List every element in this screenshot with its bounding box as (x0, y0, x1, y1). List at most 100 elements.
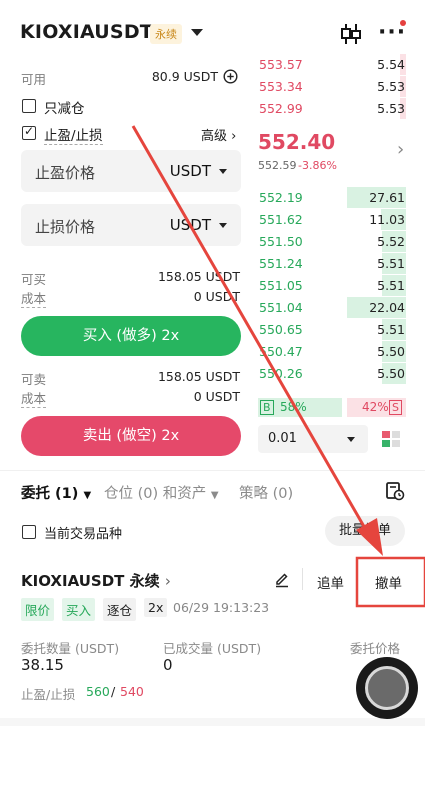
buy-long-button[interactable]: 买入 (做多) 2x (21, 316, 241, 356)
bid-row[interactable]: 551.50 5.52 (258, 231, 406, 252)
orderbook-layout-icon[interactable] (381, 430, 401, 448)
pair-title[interactable]: KIOXIAUSDT (20, 21, 153, 43)
filled-qty-label: 已成交量 (USDT) (163, 641, 262, 656)
reduce-only-checkbox[interactable] (22, 99, 36, 113)
order-price-label: 委托价格 (350, 641, 401, 656)
cost-buy-value: 0 USDT (193, 289, 240, 304)
ask-row[interactable]: 552.99 5.53 (258, 98, 406, 119)
tab-positions[interactable]: 仓位 (0) 和资产 ▼ (104, 482, 219, 503)
pair-dropdown-icon[interactable] (191, 29, 203, 36)
tpsl-checkbox[interactable] (22, 124, 36, 140)
more-icon[interactable]: ··· (378, 22, 406, 44)
ask-price: 552.99 (259, 101, 303, 116)
unit-dropdown-icon[interactable] (219, 223, 227, 228)
tab-strategies[interactable]: 策略 (0) (239, 482, 293, 503)
available-value: 80.9 USDT (151, 69, 218, 84)
bid-price: 551.50 (259, 234, 303, 249)
bid-row[interactable]: 551.05 5.51 (258, 275, 406, 296)
bid-row[interactable]: 550.47 5.50 (258, 341, 406, 362)
stop-loss-unit[interactable]: USDT (170, 216, 211, 234)
available-label: 可用 (21, 72, 47, 87)
stop-loss-input[interactable]: 止损价格 USDT (21, 204, 241, 246)
cancel-order-button[interactable]: 撤单 (375, 572, 402, 592)
can-buy-value: 158.05 USDT (157, 269, 240, 284)
order-symbol[interactable]: KIOXIAUSDT 永续 › (21, 570, 171, 591)
price-change: -3.86% (298, 159, 337, 172)
bid-qty: 5.51 (377, 278, 405, 293)
bid-price: 551.04 (259, 300, 303, 315)
bid-qty: 5.52 (377, 234, 405, 249)
current-symbol-checkbox[interactable] (22, 525, 36, 539)
bid-row[interactable]: 552.19 27.61 (258, 187, 406, 208)
filled-qty-value: 0 (163, 656, 173, 674)
order-qty-label: 委托数量 (USDT) (21, 641, 120, 656)
ask-row[interactable]: 553.57 5.54 (258, 54, 406, 75)
bid-qty: 22.04 (369, 300, 405, 315)
tab-positions-label: 仓位 (0) 和资产 (104, 486, 207, 502)
tpsl-label: 止盈/止损 (44, 124, 103, 145)
divider (0, 470, 425, 471)
bid-row[interactable]: 550.65 5.51 (258, 319, 406, 340)
precision-select[interactable]: 0.01 (258, 425, 368, 453)
leverage-tag: 2x (144, 598, 168, 617)
cost-label: 成本 (21, 388, 47, 408)
can-sell-value: 158.05 USDT (157, 369, 240, 384)
take-profit-unit[interactable]: USDT (170, 162, 211, 180)
bid-price: 550.65 (259, 322, 303, 337)
bid-price: 551.24 (259, 256, 303, 271)
ask-qty: 5.54 (377, 57, 405, 72)
buy-ratio-label: B (260, 400, 274, 415)
order-sl-value: 540 (120, 684, 144, 699)
bid-row[interactable]: 550.26 5.50 (258, 363, 406, 384)
advanced-link[interactable]: 高级 › (201, 125, 236, 144)
sell-short-button[interactable]: 卖出 (做空) 2x (21, 416, 241, 456)
order-type-tag: 限价 (21, 598, 55, 621)
buy-sell-ratio-bar: B 58% 42% S (258, 398, 406, 417)
bid-price: 551.62 (259, 212, 303, 227)
candlestick-icon[interactable] (340, 22, 362, 46)
ask-qty: 5.53 (377, 79, 405, 94)
take-profit-input[interactable]: 止盈价格 USDT (21, 150, 241, 192)
margin-mode-tag: 逐仓 (103, 598, 137, 621)
order-time: 06/29 19:13:23 (173, 600, 270, 615)
bid-price: 550.26 (259, 366, 303, 381)
section-divider (0, 718, 425, 726)
chevron-right-icon[interactable]: › (397, 139, 404, 160)
divider (357, 568, 358, 590)
bid-row[interactable]: 551.62 11.03 (258, 209, 406, 230)
add-circle-icon[interactable] (223, 69, 238, 84)
order-tpsl-label: 止盈/止损 (21, 687, 76, 702)
stop-loss-placeholder: 止损价格 (35, 218, 96, 236)
ask-row[interactable]: 553.34 5.53 (258, 76, 406, 97)
order-qty-value: 38.15 (21, 656, 64, 674)
bid-qty: 11.03 (369, 212, 405, 227)
perpetual-badge: 永续 (150, 24, 182, 44)
advanced-label: 高级 (201, 129, 228, 144)
bid-qty: 5.51 (377, 322, 405, 337)
batch-cancel-button[interactable]: 批量撤单 (325, 516, 405, 546)
bid-price: 550.47 (259, 344, 303, 359)
unit-dropdown-icon[interactable] (219, 169, 227, 174)
tab-orders-label: 委托 (1) (21, 486, 79, 502)
tpsl-separator: / (111, 684, 116, 699)
precision-value: 0.01 (268, 431, 297, 446)
ask-qty: 5.53 (377, 101, 405, 116)
sell-ratio-label: S (389, 400, 402, 415)
bid-qty: 27.61 (369, 190, 405, 205)
bid-qty: 5.50 (377, 366, 405, 381)
bid-row[interactable]: 551.24 5.51 (258, 253, 406, 274)
take-profit-placeholder: 止盈价格 (35, 164, 96, 182)
sell-ratio-value: 42% (362, 400, 389, 414)
chase-order-button[interactable]: 追单 (317, 572, 344, 592)
floating-assist-button[interactable] (356, 657, 418, 719)
cost-label: 成本 (21, 288, 47, 308)
order-history-icon[interactable] (385, 481, 405, 501)
caret-down-icon: ▼ (83, 490, 92, 501)
edit-icon[interactable] (274, 572, 290, 588)
ask-price: 553.57 (259, 57, 303, 72)
mark-price: 552.59 (258, 159, 297, 172)
bid-row[interactable]: 551.04 22.04 (258, 297, 406, 318)
tab-orders[interactable]: 委托 (1) ▼ (21, 482, 91, 503)
last-price: 552.40 (258, 130, 336, 154)
cost-sell-value: 0 USDT (193, 389, 240, 404)
